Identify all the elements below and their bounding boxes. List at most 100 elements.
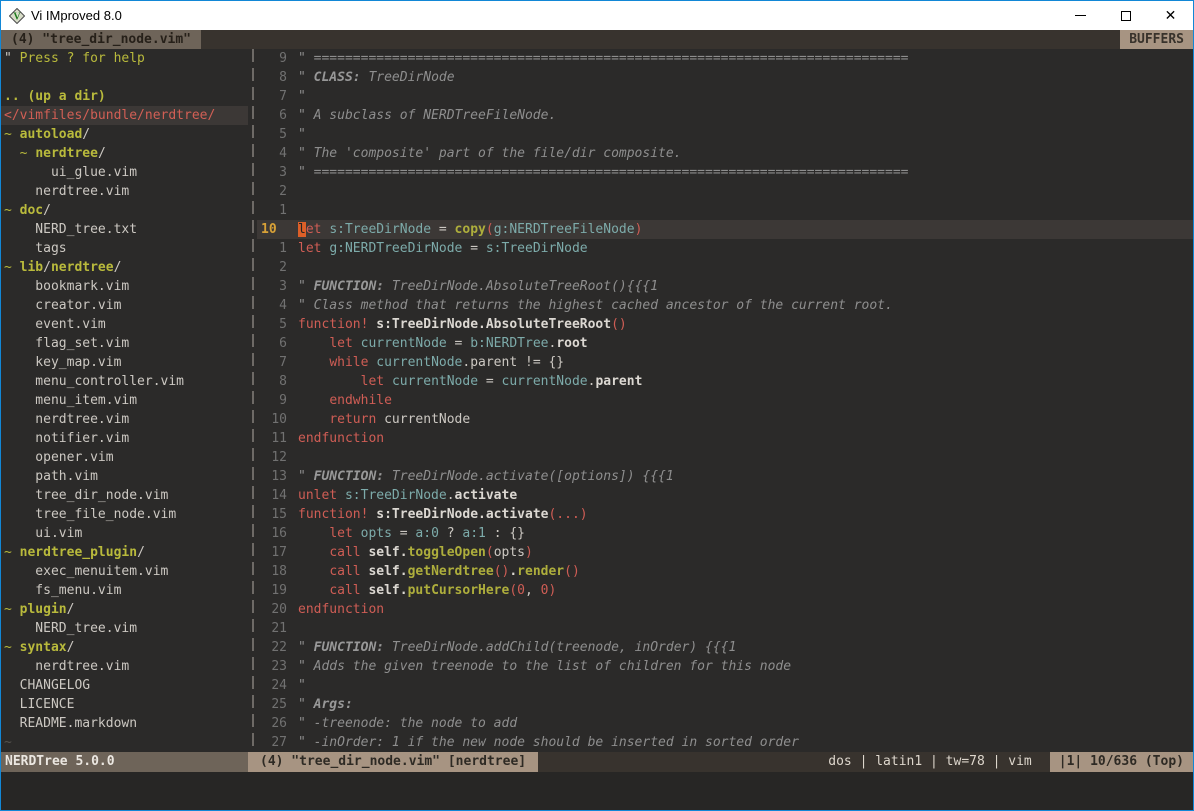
tree-item[interactable]: opener.vim <box>1 448 248 467</box>
tree-item[interactable]: " Press ? for help <box>1 49 248 68</box>
code-token: ) <box>548 583 556 598</box>
tree-item[interactable]: tags <box>1 239 248 258</box>
tree-item[interactable]: NERD_tree.txt <box>1 220 248 239</box>
code-line[interactable]: 4" Class method that returns the highest… <box>257 296 1193 315</box>
code-line[interactable]: 21 <box>257 619 1193 638</box>
code-token: CHANGELOG <box>4 678 90 693</box>
code-line[interactable]: 22" FUNCTION: TreeDirNode.addChild(treen… <box>257 638 1193 657</box>
code-line[interactable]: 17 call self.toggleOpen(opts) <box>257 543 1193 562</box>
tab-tree-dir-node[interactable]: (4) "tree_dir_node.vim" <box>1 30 201 49</box>
line-number: 26 <box>257 714 287 733</box>
tree-item[interactable]: CHANGELOG <box>1 676 248 695</box>
tree-item[interactable]: NERD_tree.vim <box>1 619 248 638</box>
code-token <box>337 488 345 503</box>
code-line[interactable]: 1 <box>257 201 1193 220</box>
tree-item[interactable]: README.markdown <box>1 714 248 733</box>
code-line[interactable]: 8 let currentNode = currentNode.parent <box>257 372 1193 391</box>
code-token: parent <box>595 374 642 389</box>
tree-item[interactable]: notifier.vim <box>1 429 248 448</box>
code-line[interactable]: 16 let opts = a:0 ? a:1 : {} <box>257 524 1193 543</box>
tree-item[interactable]: ui.vim <box>1 524 248 543</box>
code-line[interactable]: 25" Args: <box>257 695 1193 714</box>
tree-item[interactable]: ~ syntax/ <box>1 638 248 657</box>
buffers-label: BUFFERS <box>1120 30 1193 49</box>
code-line[interactable]: 20endfunction <box>257 600 1193 619</box>
code-line[interactable]: 11endfunction <box>257 429 1193 448</box>
code-line[interactable]: 7 while currentNode.parent != {} <box>257 353 1193 372</box>
tree-item[interactable]: nerdtree.vim <box>1 410 248 429</box>
code-line[interactable]: 9 endwhile <box>257 391 1193 410</box>
code-line-current[interactable]: 10let s:TreeDirNode = copy(g:NERDTreeFil… <box>257 220 1193 239</box>
command-line[interactable] <box>1 772 1193 810</box>
tree-item[interactable]: ~ <box>1 733 248 752</box>
code-token: putCursorHere <box>408 583 510 598</box>
code-line[interactable]: 18 call self.getNerdtree().render() <box>257 562 1193 581</box>
editor-panel[interactable]: 9" =====================================… <box>257 49 1193 752</box>
code-text: let opts = a:0 ? a:1 : {} <box>287 524 525 543</box>
tree-item[interactable]: </vimfiles/bundle/nerdtree/ <box>1 106 248 125</box>
tree-item[interactable]: path.vim <box>1 467 248 486</box>
tree-item[interactable]: ~ lib/nerdtree/ <box>1 258 248 277</box>
tree-item[interactable]: menu_item.vim <box>1 391 248 410</box>
code-line[interactable]: 24" <box>257 676 1193 695</box>
code-line[interactable]: 7" <box>257 87 1193 106</box>
code-line[interactable]: 6 let currentNode = b:NERDTree.root <box>257 334 1193 353</box>
tree-item[interactable]: ~ nerdtree/ <box>1 144 248 163</box>
tree-item[interactable]: ~ nerdtree_plugin/ <box>1 543 248 562</box>
tree-item[interactable]: ui_glue.vim <box>1 163 248 182</box>
tree-item[interactable]: creator.vim <box>1 296 248 315</box>
code-line[interactable]: 10 return currentNode <box>257 410 1193 429</box>
code-token: unlet <box>298 488 337 503</box>
code-line[interactable]: 6" A subclass of NERDTreeFileNode. <box>257 106 1193 125</box>
tree-item[interactable]: nerdtree.vim <box>1 182 248 201</box>
tree-item[interactable]: bookmark.vim <box>1 277 248 296</box>
minimize-icon <box>1075 15 1086 16</box>
code-line[interactable]: 3" FUNCTION: TreeDirNode.AbsoluteTreeRoo… <box>257 277 1193 296</box>
tree-item[interactable]: tree_dir_node.vim <box>1 486 248 505</box>
tree-item[interactable]: nerdtree.vim <box>1 657 248 676</box>
code-token: endwhile <box>329 393 392 408</box>
maximize-button[interactable] <box>1103 1 1148 30</box>
tree-item[interactable]: ~ plugin/ <box>1 600 248 619</box>
code-line[interactable]: 23" Adds the given treenode to the list … <box>257 657 1193 676</box>
code-token: bookmark.vim <box>4 279 129 294</box>
code-line[interactable]: 5function! s:TreeDirNode.AbsoluteTreeRoo… <box>257 315 1193 334</box>
line-number: 27 <box>257 733 287 752</box>
window-separator[interactable] <box>248 49 257 752</box>
code-line[interactable]: 4" The 'composite' part of the file/dir … <box>257 144 1193 163</box>
tree-item[interactable]: tree_file_node.vim <box>1 505 248 524</box>
code-line[interactable]: 2 <box>257 182 1193 201</box>
code-token <box>298 374 361 389</box>
tree-item[interactable]: exec_menuitem.vim <box>1 562 248 581</box>
tree-item[interactable]: fs_menu.vim <box>1 581 248 600</box>
tree-item[interactable]: .. (up a dir) <box>1 87 248 106</box>
code-line[interactable]: 19 call self.putCursorHere(0, 0) <box>257 581 1193 600</box>
code-token: " <box>298 127 306 142</box>
code-token: s:TreeDirNode.activate <box>368 507 548 522</box>
code-line[interactable]: 12 <box>257 448 1193 467</box>
code-line[interactable]: 15function! s:TreeDirNode.activate(...) <box>257 505 1193 524</box>
code-line[interactable]: 13" FUNCTION: TreeDirNode.activate([opti… <box>257 467 1193 486</box>
code-line[interactable]: 8" CLASS: TreeDirNode <box>257 68 1193 87</box>
tree-item[interactable]: flag_set.vim <box>1 334 248 353</box>
code-line[interactable]: 14unlet s:TreeDirNode.activate <box>257 486 1193 505</box>
code-line[interactable]: 1let g:NERDTreeDirNode = s:TreeDirNode <box>257 239 1193 258</box>
tree-item[interactable]: menu_controller.vim <box>1 372 248 391</box>
tree-item[interactable]: key_map.vim <box>1 353 248 372</box>
code-line[interactable]: 27" -inOrder: 1 if the new node should b… <box>257 733 1193 752</box>
code-line[interactable]: 3" =====================================… <box>257 163 1193 182</box>
code-text: let currentNode = currentNode.parent <box>287 372 642 391</box>
code-token: s:TreeDirNode.AbsoluteTreeRoot <box>368 317 611 332</box>
code-line[interactable]: 26" -treenode: the node to add <box>257 714 1193 733</box>
tree-item[interactable]: event.vim <box>1 315 248 334</box>
minimize-button[interactable] <box>1058 1 1103 30</box>
tree-item[interactable]: ~ doc/ <box>1 201 248 220</box>
close-button[interactable]: ✕ <box>1148 1 1193 30</box>
tree-item[interactable]: ~ autoload/ <box>1 125 248 144</box>
code-line[interactable]: 2 <box>257 258 1193 277</box>
line-number: 9 <box>257 49 287 68</box>
code-token: doc <box>20 203 43 218</box>
code-line[interactable]: 5" <box>257 125 1193 144</box>
tree-item[interactable]: LICENCE <box>1 695 248 714</box>
code-line[interactable]: 9" =====================================… <box>257 49 1193 68</box>
